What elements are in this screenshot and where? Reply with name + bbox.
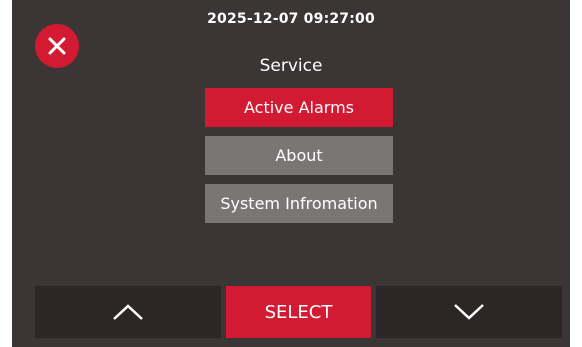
service-screen: 2025-12-07 09:27:00 Service Active Alarm… — [12, 0, 570, 347]
service-menu: Active Alarms About System Infromation — [205, 88, 393, 232]
chevron-down-icon — [454, 304, 484, 320]
select-button[interactable]: SELECT — [226, 286, 371, 338]
page-title: Service — [259, 56, 323, 76]
up-button[interactable] — [35, 286, 221, 338]
menu-item-system-information[interactable]: System Infromation — [205, 184, 393, 223]
bottom-navigation-bar: SELECT — [35, 286, 562, 338]
menu-item-active-alarms[interactable]: Active Alarms — [205, 88, 393, 127]
datetime-display: 2025-12-07 09:27:00 — [207, 11, 375, 27]
chevron-up-icon — [113, 304, 143, 320]
menu-item-about[interactable]: About — [205, 136, 393, 175]
close-icon — [48, 37, 66, 55]
down-button[interactable] — [376, 286, 562, 338]
